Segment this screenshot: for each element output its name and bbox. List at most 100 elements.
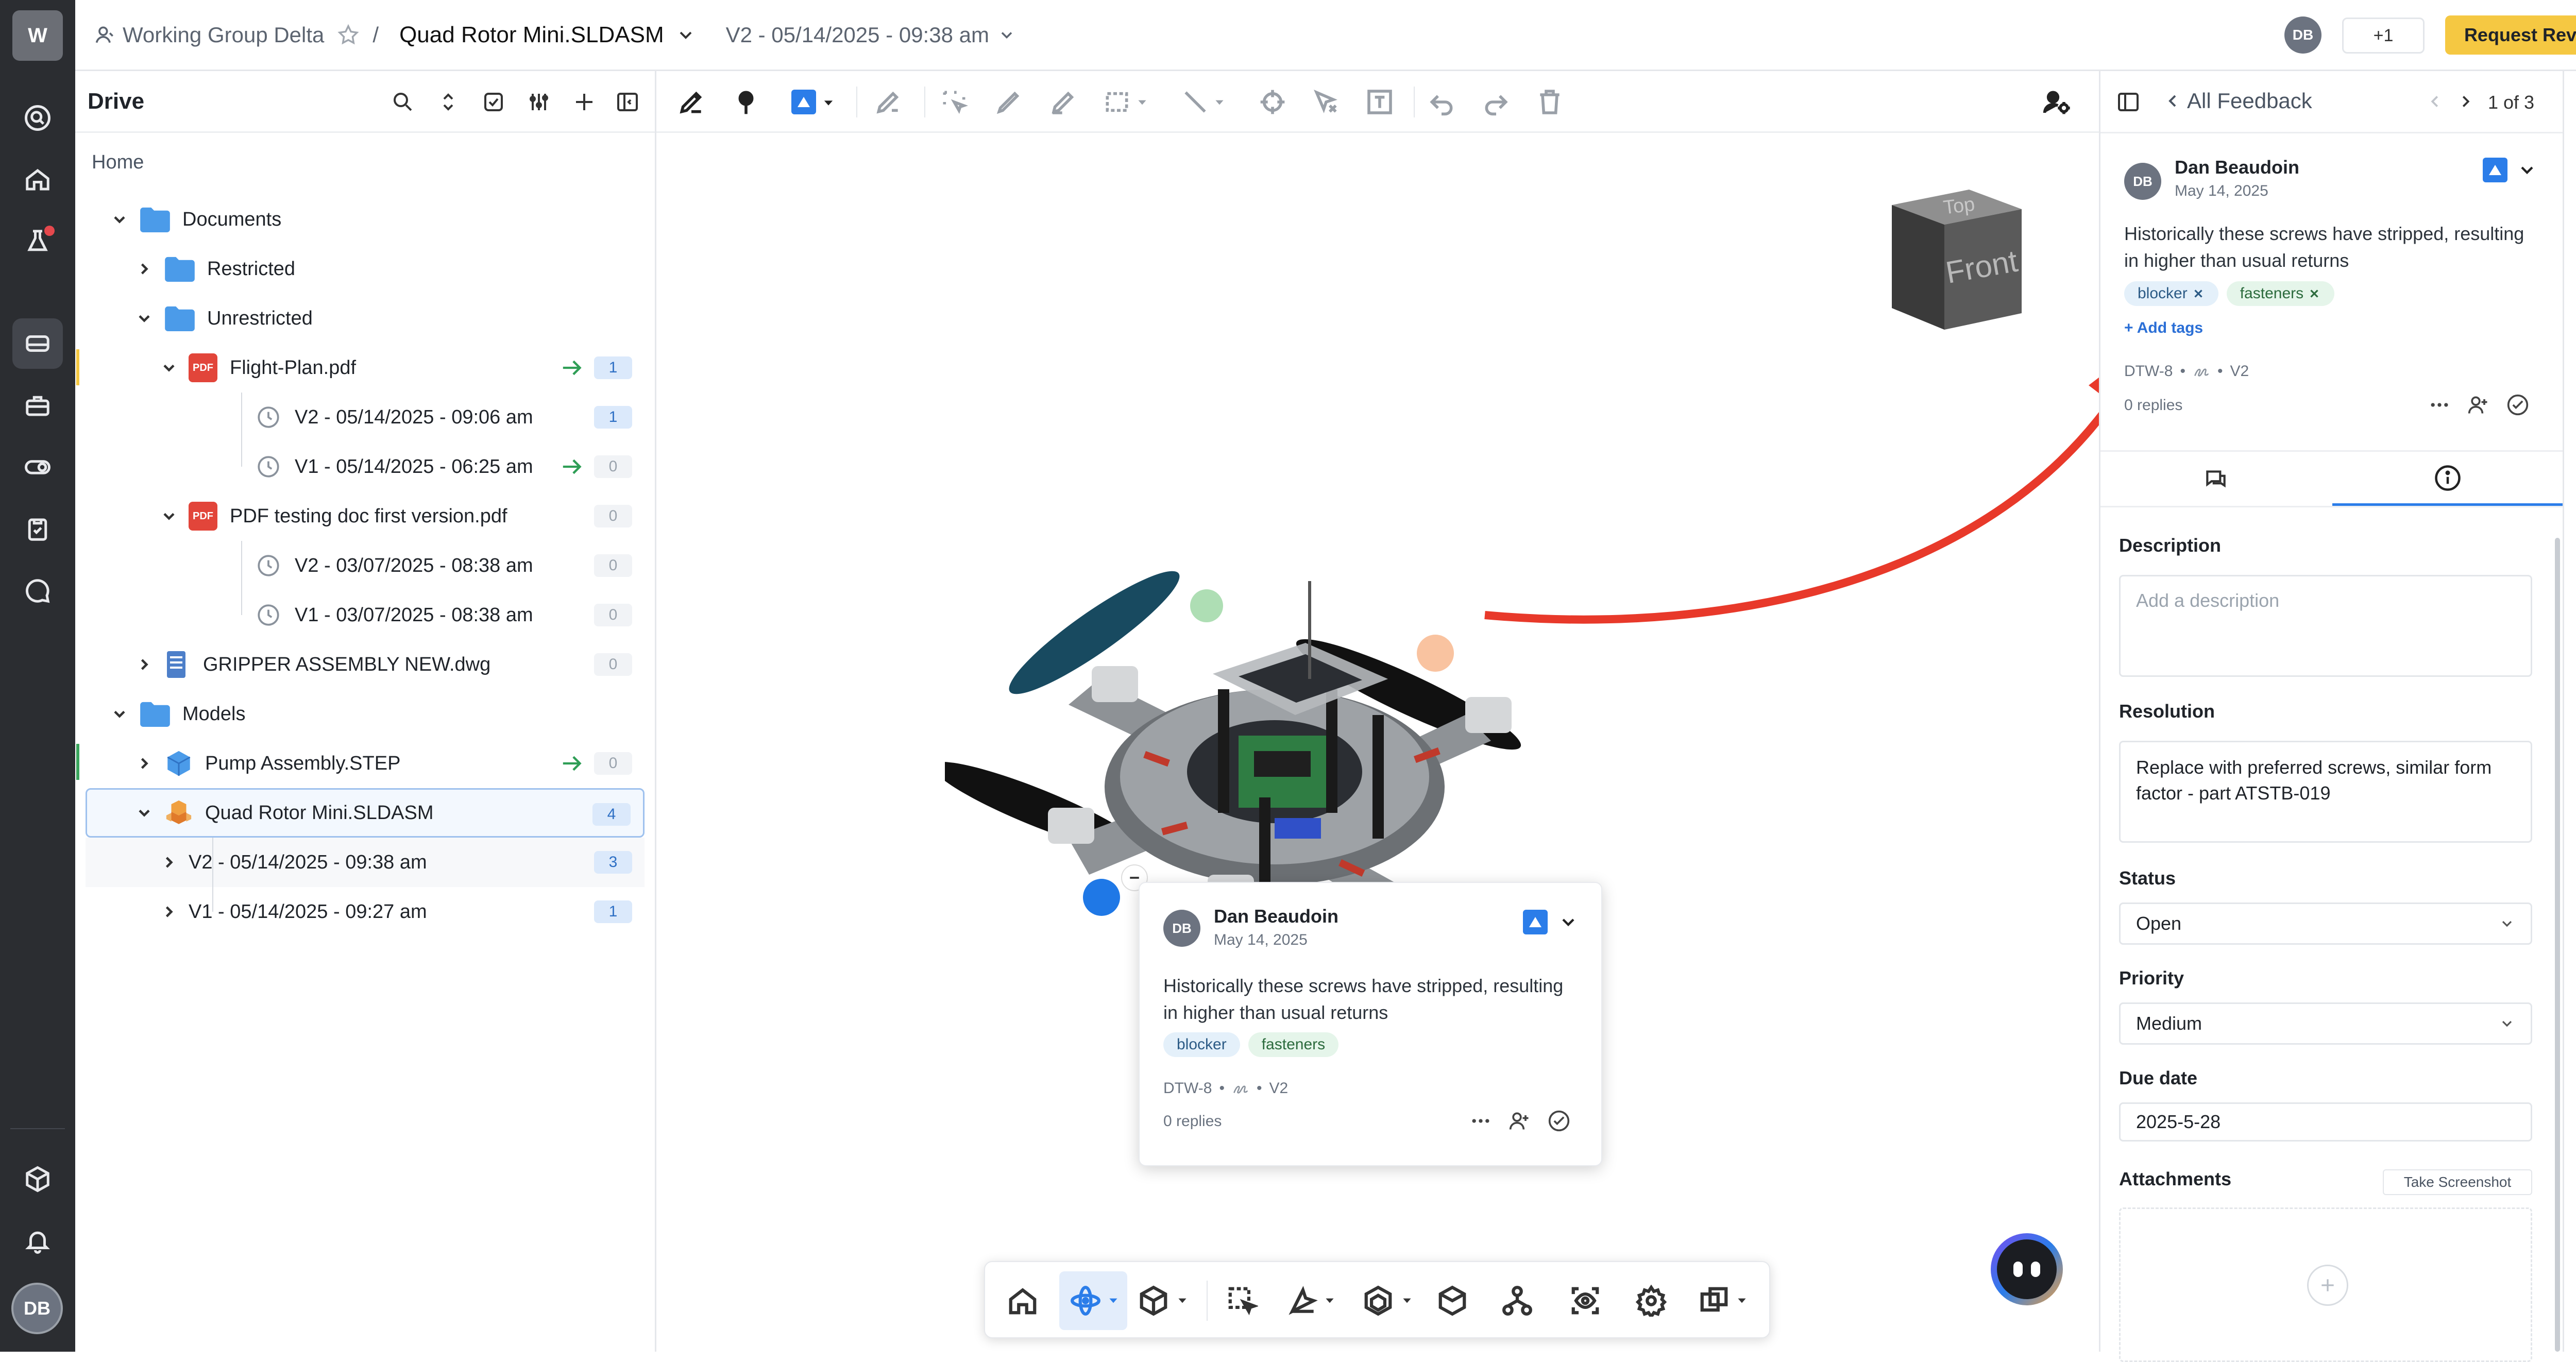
- crosshair-icon[interactable]: [1258, 88, 1287, 116]
- home-view-icon[interactable]: [1007, 1285, 1039, 1317]
- edit-pencil-icon[interactable]: [677, 88, 706, 116]
- caret-down-icon[interactable]: [1136, 96, 1149, 109]
- pin-icon[interactable]: [732, 88, 760, 116]
- attachments-dropzone[interactable]: [2119, 1207, 2532, 1362]
- selection-icon[interactable]: [940, 88, 969, 116]
- take-screenshot-button[interactable]: Take Screenshot: [2383, 1169, 2532, 1195]
- scrollbar[interactable]: [2555, 538, 2560, 1352]
- workspace-avatar[interactable]: W: [12, 10, 63, 61]
- redo-icon[interactable]: [1482, 88, 1511, 116]
- more-options-icon[interactable]: [1469, 1110, 1492, 1132]
- tag-blocker[interactable]: blocker: [2124, 281, 2218, 306]
- priority-badge[interactable]: [2483, 158, 2507, 182]
- add-tags-link[interactable]: + Add tags: [2124, 319, 2203, 337]
- next-icon[interactable]: [2456, 92, 2476, 111]
- chevron-right-icon[interactable]: [135, 754, 154, 773]
- viewer-canvas[interactable]: Top Front: [656, 133, 2143, 1352]
- tab-details[interactable]: [2332, 452, 2563, 506]
- undo-icon[interactable]: [1427, 88, 1456, 116]
- chevron-right-icon[interactable]: [160, 853, 178, 872]
- replies-count[interactable]: 0 replies: [2124, 397, 2182, 414]
- caret-down-icon[interactable]: [821, 96, 836, 110]
- tree-item-version[interactable]: V1 - 05/14/2025 - 09:27 am 1: [86, 887, 645, 937]
- rectangle-select-icon[interactable]: [1103, 88, 1131, 116]
- back-to-all-feedback[interactable]: All Feedback: [2162, 89, 2312, 113]
- chevron-right-icon[interactable]: [160, 903, 178, 921]
- assign-user-icon[interactable]: [2467, 394, 2490, 416]
- chevron-down-icon[interactable]: [997, 26, 1016, 44]
- tree-item-gripper-assembly[interactable]: GRIPPER ASSEMBLY NEW.dwg 0: [86, 640, 645, 689]
- tree-item-models[interactable]: Models: [86, 689, 645, 739]
- priority-badge[interactable]: [1523, 910, 1548, 934]
- caret-down-icon[interactable]: [1400, 1294, 1414, 1307]
- select-checkbox-icon[interactable]: [481, 90, 506, 114]
- collapse-panel-icon[interactable]: [2116, 90, 2141, 114]
- remove-tag-icon[interactable]: [2308, 287, 2321, 300]
- chevron-right-icon[interactable]: [135, 655, 154, 674]
- user-avatar[interactable]: DB: [11, 1283, 63, 1334]
- toolbox-icon[interactable]: [12, 380, 63, 431]
- layers-icon[interactable]: [1698, 1285, 1730, 1317]
- text-box-icon[interactable]: [1365, 88, 1394, 116]
- share-button[interactable]: +1: [2342, 18, 2425, 54]
- trash-icon[interactable]: [1535, 88, 1564, 116]
- replies-count[interactable]: 0 replies: [1163, 1113, 1222, 1130]
- star-icon[interactable]: [336, 23, 360, 47]
- more-options-icon[interactable]: [2428, 394, 2451, 416]
- feedback-popup-card[interactable]: DB Dan Beaudoin May 14, 2025 Historicall…: [1139, 882, 1602, 1166]
- orbit-icon[interactable]: [1070, 1285, 1101, 1317]
- description-field[interactable]: Add a description: [2119, 575, 2532, 677]
- pencil-icon[interactable]: [994, 88, 1023, 116]
- box-select-icon[interactable]: [1226, 1285, 1258, 1317]
- filter-sliders-icon[interactable]: [527, 90, 551, 114]
- add-icon[interactable]: [572, 90, 597, 114]
- feedback-pin-blue[interactable]: [1083, 879, 1120, 916]
- caret-down-icon[interactable]: [1323, 1294, 1336, 1307]
- highlighter-icon[interactable]: [1049, 88, 1078, 116]
- search-icon[interactable]: [12, 93, 63, 143]
- tree-item-pdf-testing[interactable]: PDF PDF testing doc first version.pdf 0: [86, 491, 645, 541]
- flask-icon[interactable]: [12, 216, 63, 267]
- tag-fasteners[interactable]: fasteners: [2226, 281, 2335, 306]
- chevron-down-icon[interactable]: [1558, 912, 1579, 932]
- resolution-field[interactable]: Replace with preferred screws, similar f…: [2119, 741, 2532, 843]
- version-selector[interactable]: V2 - 05/14/2025 - 09:38 am: [726, 23, 989, 47]
- add-attachment-button[interactable]: [2307, 1265, 2348, 1306]
- clipboard-icon[interactable]: [12, 504, 63, 554]
- group-name[interactable]: Working Group Delta: [123, 23, 324, 47]
- chevron-down-icon[interactable]: [135, 804, 154, 822]
- status-select[interactable]: Open: [2119, 903, 2532, 945]
- caret-down-icon[interactable]: [1176, 1294, 1189, 1307]
- tab-comments[interactable]: [2100, 452, 2331, 506]
- visibility-icon[interactable]: [1569, 1285, 1601, 1317]
- tree-item-quad-rotor[interactable]: Quad Rotor Mini.SLDASM 4: [86, 788, 645, 838]
- priority-select[interactable]: Medium: [2119, 1002, 2532, 1045]
- chevron-down-icon[interactable]: [2517, 160, 2537, 180]
- collaborator-avatar[interactable]: DB: [2284, 16, 2321, 54]
- due-date-field[interactable]: 2025-5-28: [2119, 1102, 2532, 1142]
- tree-item-pump-assembly[interactable]: Pump Assembly.STEP 0: [86, 739, 645, 788]
- tree-item-version[interactable]: V1 - 03/07/2025 - 08:38 am 0: [86, 590, 645, 640]
- cube-view-icon[interactable]: [1138, 1285, 1170, 1317]
- chevron-down-icon[interactable]: [110, 210, 129, 229]
- toggle-icon[interactable]: [12, 442, 63, 492]
- bell-icon[interactable]: [12, 1216, 63, 1266]
- caret-down-icon[interactable]: [1213, 96, 1226, 109]
- user-settings-icon[interactable]: [2042, 88, 2071, 116]
- priority-selector[interactable]: [791, 90, 816, 114]
- chevron-down-icon[interactable]: [160, 359, 178, 377]
- chat-icon[interactable]: [12, 566, 63, 616]
- chevron-down-icon[interactable]: [135, 309, 154, 328]
- remove-tag-icon[interactable]: [2192, 287, 2205, 300]
- tag-fasteners[interactable]: fasteners: [1248, 1032, 1339, 1057]
- line-icon[interactable]: [1181, 88, 1210, 116]
- measure-icon[interactable]: [1287, 1285, 1319, 1317]
- settings-gear-icon[interactable]: [1635, 1285, 1667, 1317]
- chevron-down-icon[interactable]: [160, 507, 178, 525]
- previous-icon[interactable]: [2425, 92, 2445, 111]
- tree-item-unrestricted[interactable]: Unrestricted: [86, 294, 645, 343]
- home-breadcrumb[interactable]: Home: [92, 151, 144, 174]
- section-cube-icon[interactable]: [1362, 1285, 1394, 1317]
- caret-down-icon[interactable]: [1735, 1294, 1749, 1307]
- drive-icon[interactable]: [12, 318, 63, 369]
